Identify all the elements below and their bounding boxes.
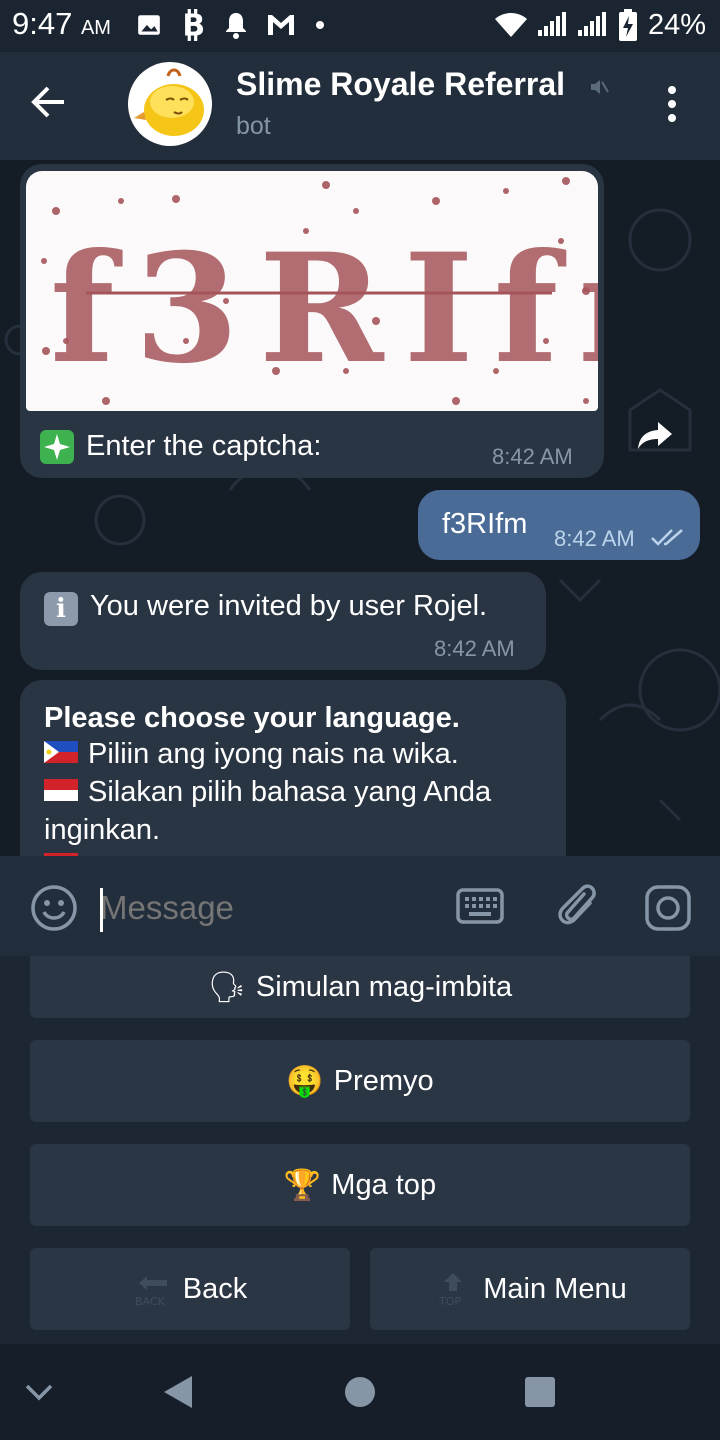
- reply-text: f3RIfm: [442, 508, 528, 540]
- bitcoin-icon: B: [182, 9, 205, 41]
- language-line-continued: inginkan.: [44, 814, 161, 846]
- camera-icon: [645, 885, 691, 931]
- status-bar: 9:47 AM B 24%: [0, 0, 720, 52]
- chat-subtitle: bot: [236, 112, 271, 140]
- invite-text: You were invited by user Rojel.: [90, 590, 488, 622]
- svg-text:TOP: TOP: [438, 1295, 461, 1308]
- text-cursor: [100, 888, 103, 932]
- indonesia-flag-icon: [44, 779, 78, 802]
- message-time: 8:42 AM: [492, 444, 573, 469]
- language-line-indonesian: Silakan pilih bahasa yang Anda: [44, 776, 491, 809]
- message-time: 8:42 AM: [434, 636, 515, 661]
- status-time: 9:47 AM: [12, 6, 111, 41]
- mute-icon: [591, 80, 609, 94]
- speaking-head-icon: 🗣: [207, 970, 246, 1004]
- keyboard-toggle-button[interactable]: [456, 888, 504, 929]
- trophy-icon: 🏆: [283, 1168, 322, 1202]
- sparkle-icon: [40, 430, 74, 464]
- camera-button[interactable]: [644, 884, 692, 937]
- language-line-filipino: Piliin ang iyong nais na wika.: [44, 738, 459, 771]
- language-title: Please choose your language.: [44, 702, 460, 734]
- philippines-flag-icon: [44, 741, 78, 764]
- bot-avatar[interactable]: [128, 62, 212, 146]
- paperclip-icon: [558, 884, 596, 925]
- captcha-prompt: Enter the captcha:: [86, 430, 322, 462]
- captcha-graphic: f3RIfm: [41, 177, 598, 405]
- svg-text:f3RIfm: f3RIfm: [50, 221, 598, 397]
- top-arrow-icon: TOP: [438, 1273, 463, 1308]
- captcha-message[interactable]: f3RIfm Enter the captcha: 8:42 AM: [20, 164, 604, 478]
- svg-text:BACK: BACK: [135, 1295, 166, 1308]
- invite-message[interactable]: i You were invited by user Rojel. 8:42 A…: [20, 572, 546, 670]
- info-icon: i: [44, 592, 78, 626]
- chevron-down-icon[interactable]: [24, 1380, 54, 1404]
- signal-icon: [537, 12, 566, 36]
- battery-icon: [618, 9, 637, 41]
- battery-percent: 24%: [647, 8, 706, 41]
- nav-back-icon[interactable]: [162, 1374, 194, 1410]
- double-check-icon: [651, 529, 683, 546]
- bot-keyboard: 🗣 Simulan mag-imbita 🤑 Premyo 🏆 Mga top BAC…: [0, 956, 720, 1344]
- back-button[interactable]: [28, 82, 84, 128]
- signal-icon-2: [577, 12, 606, 36]
- bell-icon: [226, 13, 246, 39]
- wifi-icon: [494, 13, 527, 37]
- language-message[interactable]: Please choose your language. Piliin ang …: [20, 680, 566, 856]
- top-button[interactable]: 🏆 Mga top: [30, 1144, 690, 1226]
- nav-recents-icon[interactable]: [524, 1376, 556, 1408]
- message-input-bar: [0, 856, 720, 956]
- attach-button[interactable]: [554, 880, 598, 937]
- forward-button[interactable]: [628, 408, 682, 462]
- smiley-icon: [31, 885, 77, 931]
- more-vertical-icon: [668, 86, 676, 122]
- main-menu-button[interactable]: TOP Main Menu: [370, 1248, 690, 1330]
- dot-icon: [316, 21, 324, 29]
- chat-title[interactable]: Slime Royale Referral: [236, 66, 565, 103]
- outgoing-message[interactable]: f3RIfm 8:42 AM: [418, 490, 700, 560]
- more-menu-button[interactable]: [658, 84, 686, 124]
- chat-area[interactable]: f3RIfm Enter the captcha: 8:42 AM f3RIfm…: [0, 160, 720, 856]
- share-arrow-icon: [638, 422, 672, 449]
- prize-button[interactable]: 🤑 Premyo: [30, 1040, 690, 1122]
- slime-avatar-image: [134, 68, 204, 136]
- svg-text:B: B: [182, 9, 205, 41]
- message-time: 8:42 AM: [554, 526, 635, 551]
- gmail-icon: [268, 15, 294, 35]
- navigation-bar: [0, 1344, 720, 1440]
- message-input[interactable]: [100, 886, 430, 930]
- emoji-button[interactable]: [30, 884, 78, 937]
- image-icon: [138, 15, 160, 35]
- keyboard-icon: [456, 888, 504, 924]
- money-mouth-face-icon: 🤑: [286, 1064, 324, 1098]
- captcha-image[interactable]: f3RIfm: [26, 171, 598, 411]
- invite-button[interactable]: 🗣 Simulan mag-imbita: [30, 956, 690, 1018]
- chat-header: Slime Royale Referral bot: [0, 52, 720, 160]
- back-arrow-icon: [31, 86, 64, 118]
- back-keyboard-button[interactable]: BACK Back: [30, 1248, 350, 1330]
- nav-home-icon[interactable]: [344, 1376, 376, 1408]
- back-arrow-icon: BACK: [135, 1276, 167, 1308]
